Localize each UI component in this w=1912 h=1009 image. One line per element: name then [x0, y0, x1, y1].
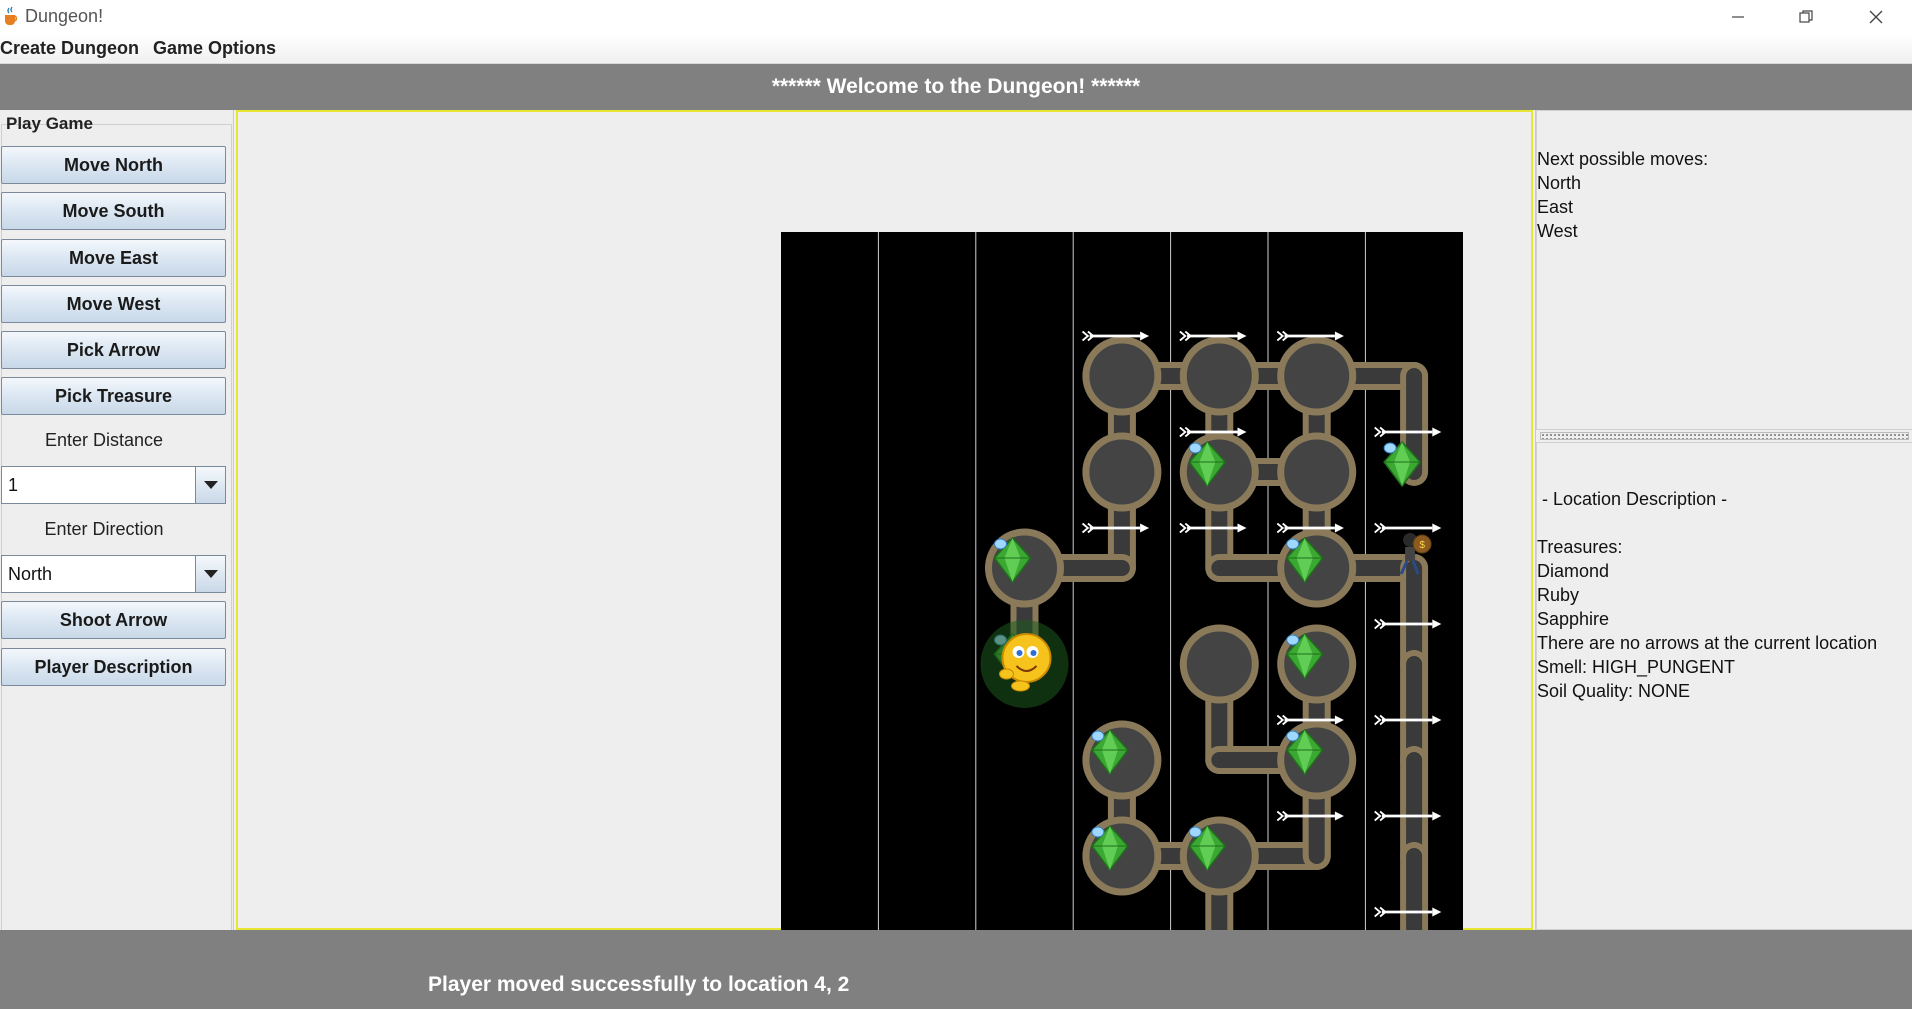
enter-distance-label: Enter Distance [44, 430, 164, 450]
shoot-arrow-button[interactable]: Shoot Arrow [1, 601, 226, 639]
cave-room [1179, 336, 1259, 416]
svg-text:$: $ [1419, 540, 1425, 551]
direction-value: North [8, 564, 53, 584]
menu-bar: Create Dungeon Game Options [0, 34, 1912, 64]
close-button[interactable] [1842, 0, 1910, 34]
menu-game-options[interactable]: Game Options [153, 38, 276, 59]
minimize-icon [1732, 16, 1744, 18]
cave-room [1082, 432, 1162, 512]
cave-room [1179, 624, 1259, 704]
enter-direction-label: Enter Direction [44, 519, 164, 539]
treasure-item: Diamond [1537, 561, 1610, 581]
next-moves-title: Next possible moves: [1537, 149, 1709, 169]
split-pane-divider[interactable] [1540, 432, 1909, 440]
treasure-item: Sapphire [1537, 609, 1610, 629]
distance-select[interactable]: 1 [1, 466, 226, 504]
close-icon [1869, 10, 1883, 24]
move-south-button[interactable]: Move South [1, 192, 226, 230]
location-description-area: - Location Description - Treasures: Diam… [1536, 442, 1912, 930]
pick-arrow-button[interactable]: Pick Arrow [1, 331, 226, 369]
next-moves-area: Next possible moves: North East West [1536, 110, 1912, 430]
pick-treasure-button[interactable]: Pick Treasure [1, 377, 226, 415]
play-game-title: Play Game [6, 114, 93, 133]
chevron-down-icon [203, 481, 218, 489]
treasures-label: Treasures: [1537, 537, 1623, 557]
arrows-info: There are no arrows at the current locat… [1537, 633, 1878, 653]
soil-info: Soil Quality: NONE [1537, 681, 1691, 701]
direction-select[interactable]: North [1, 555, 226, 593]
move-option: East [1537, 197, 1574, 217]
cave-room [1277, 432, 1357, 512]
direction-dropdown-toggle[interactable] [195, 556, 225, 592]
welcome-banner: ****** Welcome to the Dungeon! ****** [0, 64, 1912, 110]
move-option: North [1537, 173, 1582, 193]
move-option: West [1537, 221, 1578, 241]
play-game-panel: Play Game Move North Move South Move Eas… [0, 110, 234, 1009]
window-title: Dungeon! [25, 6, 104, 26]
chevron-down-icon [203, 570, 218, 578]
restore-icon [1799, 10, 1813, 23]
player-description-button[interactable]: Player Description [1, 648, 226, 686]
distance-dropdown-toggle[interactable] [195, 467, 225, 503]
status-message: Player moved successfully to location 4,… [428, 973, 850, 996]
move-north-button[interactable]: Move North [1, 146, 226, 184]
welcome-text: ****** Welcome to the Dungeon! ****** [771, 75, 1141, 98]
move-east-button[interactable]: Move East [1, 239, 226, 277]
game-panel: $ [236, 110, 1533, 1000]
info-panel: Next possible moves: North East West - L… [1535, 110, 1912, 930]
cave-room [1277, 336, 1357, 416]
title-bar: Dungeon! [0, 0, 1912, 34]
smell-info: Smell: HIGH_PUNGENT [1537, 657, 1736, 677]
status-bar: Player moved successfully to location 4,… [0, 930, 1912, 1009]
cave-room [1082, 336, 1162, 416]
app-window: Dungeon! Create Dungeon Game Options ***… [0, 0, 1912, 1009]
menu-create-dungeon[interactable]: Create Dungeon [0, 38, 139, 59]
player-icon [980, 620, 1069, 708]
treasure-item: Ruby [1537, 585, 1580, 605]
restore-button[interactable] [1772, 0, 1840, 34]
dungeon-map: $ [781, 232, 1463, 1000]
move-west-button[interactable]: Move West [1, 285, 226, 323]
java-cup-icon [5, 6, 18, 25]
distance-value: 1 [8, 475, 19, 495]
minimize-button[interactable] [1704, 0, 1772, 34]
location-description-title: - Location Description - [1537, 489, 1728, 509]
